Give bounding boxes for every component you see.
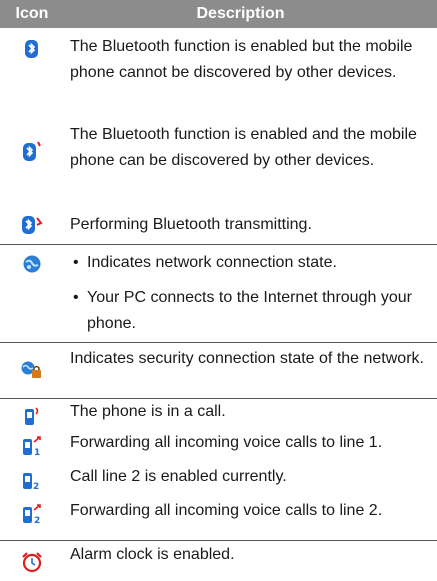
table-header: Icon Description [0,0,437,28]
svg-text:2: 2 [33,482,39,491]
svg-text:1: 1 [34,448,40,457]
alarm-clock-icon [0,547,64,577]
in-call-icon [0,401,64,431]
bluetooth-transmit-icon [0,210,64,240]
row-description: The Bluetooth function is enabled but th… [70,38,413,81]
row-description: Alarm clock is enabled. [70,546,235,563]
row-description: Forwarding all incoming voice calls to l… [70,434,383,451]
row-description: The phone is in a call. [70,403,226,420]
table-row: Indicates security connection state of t… [0,342,437,398]
bullet-dot: • [73,289,79,306]
line2-enabled-icon: 2 [0,465,64,495]
bluetooth-hidden-icon [0,34,64,64]
list-item: • Your PC connects to the Internet throu… [70,285,432,337]
table-row: 1 Forwarding all incoming voice calls to… [0,430,437,462]
row-description: Call line 2 is enabled currently. [70,468,287,485]
forward-line1-icon: 1 [0,431,64,461]
table-row: The phone is in a call. [0,398,437,430]
row-description: The Bluetooth function is enabled and th… [70,126,417,169]
header-description-label: Description [196,5,285,22]
svg-text:2: 2 [34,516,40,525]
bluetooth-visible-icon [0,136,64,166]
table-row: Alarm clock is enabled. [0,540,437,581]
table-row: The Bluetooth function is enabled and th… [0,120,437,206]
security-connection-icon [0,355,64,385]
table-row: • Indicates network connection state. • … [0,244,437,342]
bullet-text: Indicates network connection state. [87,254,337,271]
header-icon-label: Icon [15,5,49,22]
icon-description-table: Icon Description The Bluetooth function … [0,0,437,573]
table-row: 2 Forwarding all incoming voice calls to… [0,498,437,530]
bullet-dot: • [73,254,79,271]
network-connection-icon [0,249,64,279]
row-description: Indicates security connection state of t… [70,350,424,367]
list-item: • Indicates network connection state. [70,250,432,276]
forward-line2-icon: 2 [0,499,64,529]
table-row: Performing Bluetooth transmitting. [0,206,437,244]
table-row: 2 Call line 2 is enabled currently. [0,464,437,496]
table-row: The Bluetooth function is enabled but th… [0,28,437,116]
bullet-text: Your PC connects to the Internet through… [87,289,412,332]
row-description: Forwarding all incoming voice calls to l… [70,502,383,519]
row-description: Performing Bluetooth transmitting. [70,216,312,233]
